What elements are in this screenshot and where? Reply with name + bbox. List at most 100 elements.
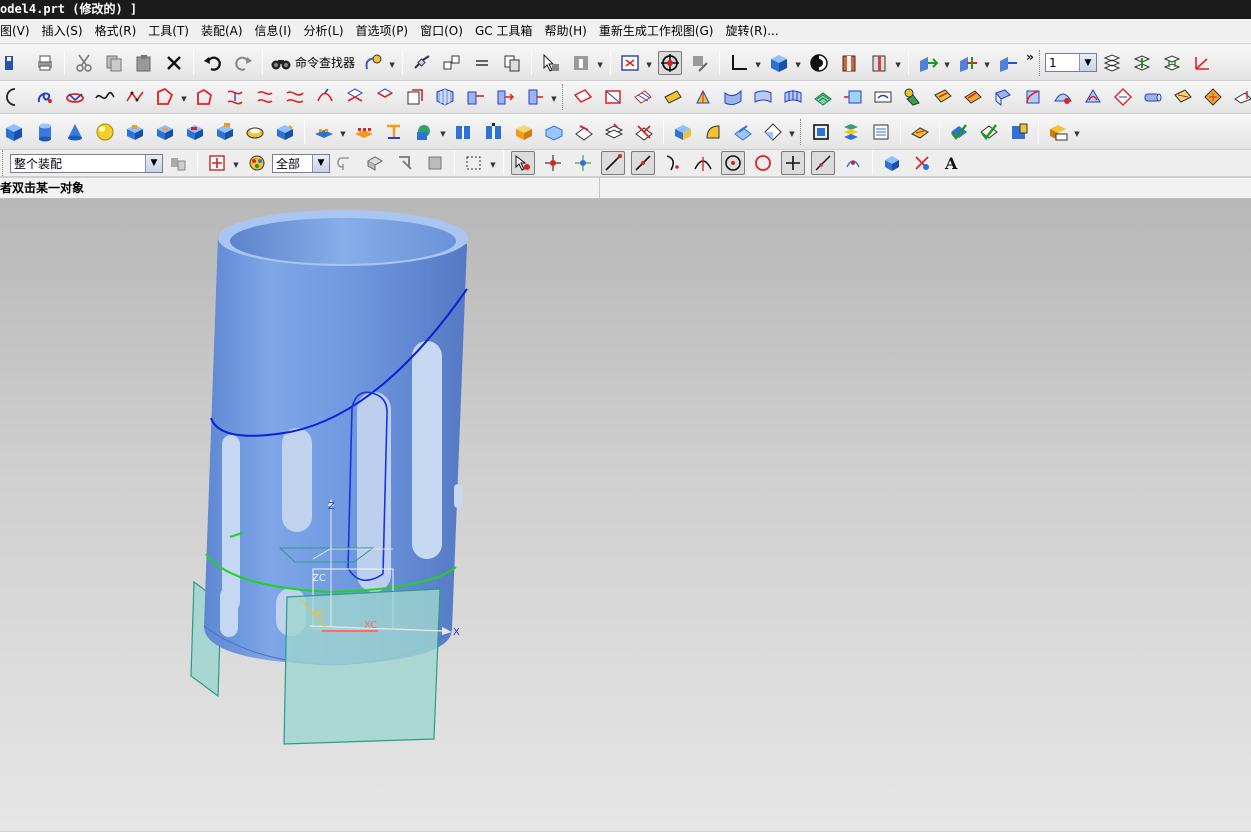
move-to-layer-icon[interactable] (1130, 51, 1154, 75)
wcs-display-icon[interactable] (688, 51, 712, 75)
pattern-feature-icon[interactable] (312, 120, 336, 144)
select-body-icon[interactable] (423, 151, 447, 175)
examine-geometry-icon[interactable] (977, 120, 1001, 144)
pocket-icon[interactable] (183, 120, 207, 144)
cut-icon[interactable] (72, 51, 96, 75)
menu-help[interactable]: 帮助(H) (538, 21, 592, 41)
copy-to-layer-icon[interactable] (1160, 51, 1184, 75)
type-filter-icon[interactable] (205, 151, 229, 175)
sheet-to-solid-icon[interactable] (991, 85, 1015, 109)
pattern-face-icon[interactable] (352, 120, 376, 144)
snap-end-point-icon[interactable] (541, 151, 565, 175)
paste-icon[interactable] (132, 51, 156, 75)
check-geometry-icon[interactable] (947, 120, 971, 144)
snap-control-point-icon[interactable] (661, 151, 685, 175)
boss-icon[interactable] (123, 120, 147, 144)
select-face-icon[interactable] (393, 151, 417, 175)
snap-point-enable-icon[interactable] (511, 151, 535, 175)
color-filter-icon[interactable] (245, 151, 269, 175)
show-hide-icon[interactable] (440, 51, 464, 75)
menu-tools[interactable]: 工具(T) (142, 21, 195, 41)
offset-face-icon[interactable] (542, 120, 566, 144)
select-feature-icon[interactable] (363, 151, 387, 175)
equal-icon[interactable] (470, 51, 494, 75)
edge-blend-icon[interactable] (632, 120, 656, 144)
menu-window[interactable]: 窗口(O) (414, 21, 469, 41)
menu-format[interactable]: 格式(R) (89, 21, 143, 41)
save-icon[interactable] (3, 51, 27, 75)
move-component-icon[interactable] (916, 51, 940, 75)
command-finder-button[interactable]: 命令查找器 (267, 51, 358, 75)
layer-settings-icon[interactable] (500, 51, 524, 75)
soft-blend-icon[interactable] (1051, 85, 1075, 109)
work-layer-select[interactable]: 1 ▼ (1045, 53, 1098, 72)
offset-curve-icon[interactable] (193, 85, 217, 109)
graphics-window[interactable]: Z ZC YC XC X (0, 199, 1251, 831)
measure-body-icon[interactable] (1007, 120, 1031, 144)
cone-icon[interactable] (63, 120, 87, 144)
through-curves-icon[interactable] (571, 85, 595, 109)
section-curve-icon[interactable] (373, 85, 397, 109)
datum-csys-icon[interactable] (809, 120, 833, 144)
extract-body-icon[interactable] (452, 120, 476, 144)
wrap-curve-icon[interactable] (313, 85, 337, 109)
groove-icon[interactable] (273, 120, 297, 144)
snap-point-on-curve-icon[interactable] (811, 151, 835, 175)
menu-view[interactable]: 图(V) (0, 21, 36, 41)
edit-object-display-icon[interactable] (410, 51, 434, 75)
revolve-curve-icon[interactable] (493, 85, 517, 109)
unite-icon[interactable] (412, 120, 436, 144)
thicken-icon[interactable] (961, 85, 985, 109)
offset-surface-icon[interactable] (751, 85, 775, 109)
extract-curve-icon[interactable] (403, 85, 427, 109)
spline-icon[interactable] (93, 85, 117, 109)
menu-preferences[interactable]: 首选项(P) (350, 21, 415, 41)
model-view[interactable]: Z ZC YC XC X (0, 199, 1251, 831)
show-degrees-icon[interactable] (910, 151, 934, 175)
split-body-icon[interactable] (482, 120, 506, 144)
datum-plane-front[interactable] (283, 588, 441, 745)
helix-icon[interactable] (33, 85, 57, 109)
sphere-icon[interactable] (93, 120, 117, 144)
combined-projection-icon[interactable] (253, 85, 277, 109)
wcs-orient-icon[interactable] (727, 51, 751, 75)
sew-icon[interactable] (901, 85, 925, 109)
studio-surface-icon[interactable] (631, 85, 655, 109)
undo-icon[interactable] (201, 51, 225, 75)
redo-icon[interactable] (231, 51, 255, 75)
emboss-icon[interactable] (243, 120, 267, 144)
menu-analysis[interactable]: 分析(L) (297, 21, 349, 41)
quick-pick-icon[interactable] (880, 151, 904, 175)
menu-rotate[interactable]: 旋转(R)... (720, 21, 785, 41)
reset-filter-icon[interactable] (333, 151, 357, 175)
annotation-icon[interactable] (1046, 120, 1070, 144)
layer-visible-icon[interactable] (1100, 51, 1124, 75)
extension-icon[interactable] (841, 85, 865, 109)
rectangle-select-icon[interactable] (462, 151, 486, 175)
trimmed-sheet-icon[interactable] (871, 85, 895, 109)
isoparametric-icon[interactable] (433, 85, 457, 109)
section-view-icon[interactable] (837, 51, 861, 75)
toolbar-overflow[interactable]: » (1023, 50, 1037, 64)
snap-mid-point-icon[interactable] (571, 151, 595, 175)
block-icon[interactable] (3, 120, 27, 144)
info-panel-icon[interactable] (569, 51, 593, 75)
assembly-filter-icon[interactable] (166, 151, 190, 175)
menu-insert[interactable]: 插入(S) (36, 21, 89, 41)
global-shaping-icon[interactable] (1171, 85, 1195, 109)
styled-corner-icon[interactable] (1111, 85, 1135, 109)
selection-filter-select[interactable]: 全部 ▼ (272, 153, 330, 173)
tube-icon[interactable] (1141, 85, 1165, 109)
project-curve-icon[interactable] (223, 85, 247, 109)
bridge-surface-icon[interactable] (811, 85, 835, 109)
arc-icon[interactable] (3, 85, 27, 109)
select-cursor-icon[interactable] (539, 51, 563, 75)
patch-icon[interactable] (931, 85, 955, 109)
snap-point-on-face-icon[interactable] (841, 151, 865, 175)
n-sided-surface-icon[interactable] (691, 85, 715, 109)
clip-section-icon[interactable] (867, 51, 891, 75)
through-curve-mesh-icon[interactable] (601, 85, 625, 109)
menu-regenerate-work-view[interactable]: 重新生成工作视图(G) (593, 21, 720, 41)
print-icon[interactable] (33, 51, 57, 75)
trim-body-icon[interactable] (512, 120, 536, 144)
